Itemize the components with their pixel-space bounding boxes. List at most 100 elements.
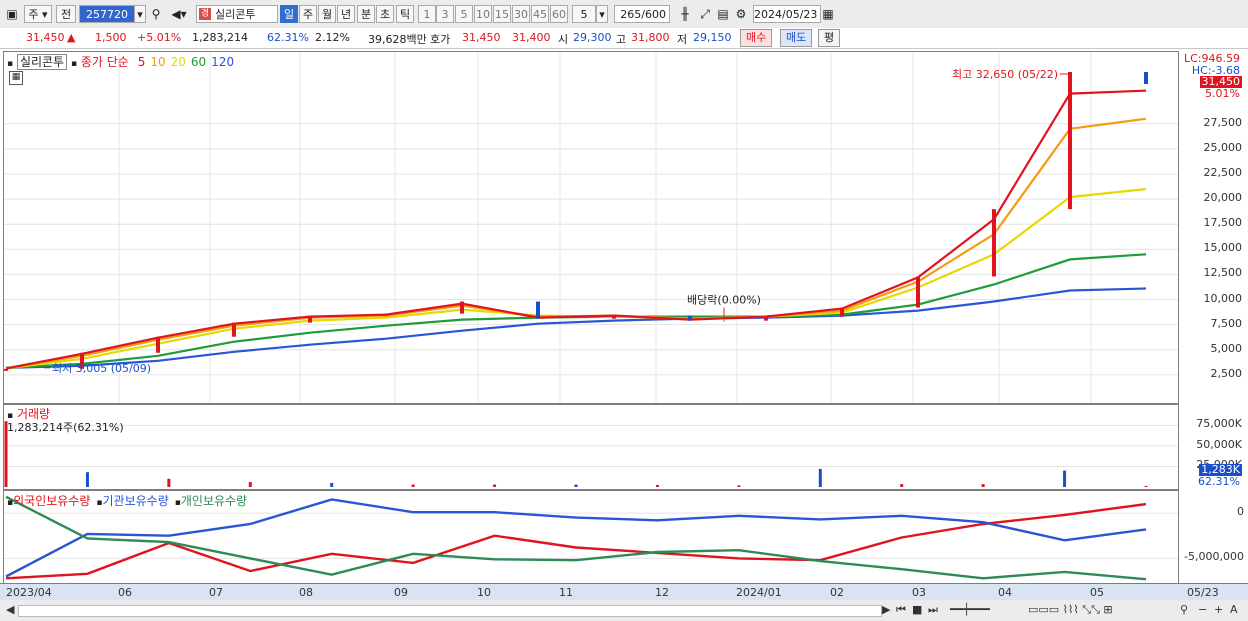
volume-chart-canvas <box>4 421 1178 487</box>
chart-window: ▣ 주 ▾ 전 257720 ▾ ⚲ ◀▾ 경 실리콘투 일주월년분초틱 135… <box>0 0 1248 621</box>
low-annotation: 최저 3,005 (05/09) <box>52 362 151 375</box>
legend-ma-60[interactable]: 60 <box>191 55 206 69</box>
legend-ma-20[interactable]: 20 <box>171 55 186 69</box>
x-label: 11 <box>559 586 573 599</box>
holdings-legend-item[interactable]: 개인보유수량 <box>181 494 247 508</box>
rewind-icon[interactable]: ⏮ <box>896 603 906 617</box>
zoom-slider-icon[interactable]: ━━┿━━━ <box>950 603 990 616</box>
ma-line-10 <box>5 117 1147 370</box>
volume-bar <box>818 468 822 487</box>
count-field[interactable]: 265/600 <box>614 5 670 23</box>
x-label: 10 <box>477 586 491 599</box>
price-tick: 22,500 <box>1203 165 1243 179</box>
layout-icons[interactable]: ▭▭▭ ⌇⌇⌇ ⤡⤡ ⊞ <box>1028 603 1113 617</box>
volume-value-label: 1,283,214주(62.31%) <box>7 421 124 434</box>
candle <box>1068 72 1072 210</box>
candle <box>156 336 160 353</box>
calendar-icon[interactable]: ▦ <box>821 5 835 23</box>
interval-button-5[interactable]: 5 <box>455 5 473 23</box>
settings-gear-icon[interactable]: ⚙ <box>732 5 750 23</box>
date-input[interactable]: 2024/05/23 <box>753 5 821 23</box>
window-menu-icon[interactable]: ▣ <box>4 5 20 23</box>
candle <box>840 307 844 317</box>
buy-button[interactable]: 매수 <box>740 29 773 47</box>
prev-button[interactable]: 전 <box>56 5 76 23</box>
period-tab-0[interactable]: 일 <box>280 5 298 23</box>
interval-button-10[interactable]: 10 <box>474 5 492 23</box>
volume-bar <box>900 484 904 487</box>
legend-ma-5[interactable]: 5 <box>138 55 146 69</box>
current-price: 31,450 <box>26 31 65 44</box>
price-axis: LC:946.59 HC:-3.68 31,450 5.01% 27,500 25… <box>1180 51 1248 404</box>
interval-button-15[interactable]: 15 <box>493 5 511 23</box>
count-value: 265 <box>620 8 642 21</box>
legend-stock-name: 실리콘투 <box>16 54 68 70</box>
legend-ma-10[interactable]: 10 <box>150 55 165 69</box>
kind-select[interactable]: 주 ▾ <box>24 5 52 23</box>
volume-bar <box>85 472 89 487</box>
period-tab-6[interactable]: 틱 <box>396 5 414 23</box>
interval-button-3[interactable]: 3 <box>436 5 454 23</box>
sell-button[interactable]: 매도 <box>780 29 813 47</box>
candle <box>764 316 768 321</box>
period-tab-4[interactable]: 분 <box>357 5 375 23</box>
candles <box>4 72 1148 371</box>
interval-dropdown-icon[interactable]: ▾ <box>596 5 608 23</box>
candle <box>688 315 692 321</box>
kind-label: 주 <box>28 8 39 21</box>
scroll-right-icon[interactable]: ▶ <box>882 603 890 616</box>
holdings-line <box>5 502 1147 580</box>
period-tab-3[interactable]: 년 <box>337 5 355 23</box>
warning-badge-icon: 경 <box>199 8 211 20</box>
interval-button-45[interactable]: 45 <box>531 5 549 23</box>
font-size-icon[interactable]: A <box>1230 603 1238 616</box>
code-dropdown-icon[interactable]: ▾ <box>134 5 146 23</box>
price-tick: 2,500 <box>1210 366 1243 380</box>
interval-value[interactable]: 5 <box>572 5 596 23</box>
scroll-left-icon[interactable]: ◀ <box>6 603 14 616</box>
high-price: 31,800 <box>631 31 670 44</box>
search-icon[interactable]: ⚲ <box>148 5 164 23</box>
forward-icon[interactable]: ⏭ <box>928 603 938 617</box>
holdings-legend-item[interactable]: 기관보유수량 <box>103 494 169 508</box>
candle <box>536 301 540 319</box>
period-tab-5[interactable]: 초 <box>376 5 394 23</box>
zoom-out-icon[interactable]: − <box>1198 603 1207 616</box>
candle-type-icon[interactable]: ╫ <box>676 5 694 23</box>
draw-tool-icon[interactable]: ⤢ <box>696 5 714 23</box>
speaker-icon[interactable]: ◀▾ <box>166 5 192 23</box>
holdings-line <box>5 498 1147 578</box>
open-price: 29,300 <box>573 31 612 44</box>
zoom-search-icon[interactable]: ⚲ <box>1180 603 1188 616</box>
eval-button[interactable]: 평 <box>818 29 841 47</box>
x-label: 2024/01 <box>736 586 782 599</box>
horizontal-scrollbar[interactable] <box>18 605 882 617</box>
period-tab-2[interactable]: 월 <box>318 5 336 23</box>
interval-button-30[interactable]: 30 <box>512 5 530 23</box>
holdings-legend-item[interactable]: 외국인보유수량 <box>13 494 90 508</box>
price-tick: 7,500 <box>1210 316 1243 330</box>
legend-ma-120[interactable]: 120 <box>211 55 234 69</box>
low-label: 저 <box>677 33 688 46</box>
save-icon[interactable]: ▤ <box>714 5 732 23</box>
x-label: 08 <box>299 586 313 599</box>
x-label: 02 <box>830 586 844 599</box>
calculator-icon[interactable]: ▦ <box>9 71 23 85</box>
up-arrow-icon: ▲ <box>67 31 76 44</box>
period-tab-1[interactable]: 주 <box>299 5 317 23</box>
stock-code-input[interactable]: 257720 <box>79 5 135 23</box>
stock-name-field[interactable]: 경 실리콘투 <box>196 5 278 23</box>
zoom-in-icon[interactable]: + <box>1214 603 1223 616</box>
volume-bar <box>411 484 415 487</box>
price-change: 1,500 <box>95 31 127 44</box>
volume-tick: 50,000K <box>1196 437 1242 451</box>
volume-bar <box>493 484 497 487</box>
price-tick: 12,500 <box>1203 266 1243 280</box>
stop-icon[interactable]: ■ <box>912 603 922 616</box>
candle <box>916 276 920 308</box>
ma-line-5 <box>5 89 1147 370</box>
x-label: 12 <box>655 586 669 599</box>
change-percent: +5.01% <box>137 31 182 44</box>
interval-button-60[interactable]: 60 <box>550 5 568 23</box>
interval-button-1[interactable]: 1 <box>418 5 436 23</box>
